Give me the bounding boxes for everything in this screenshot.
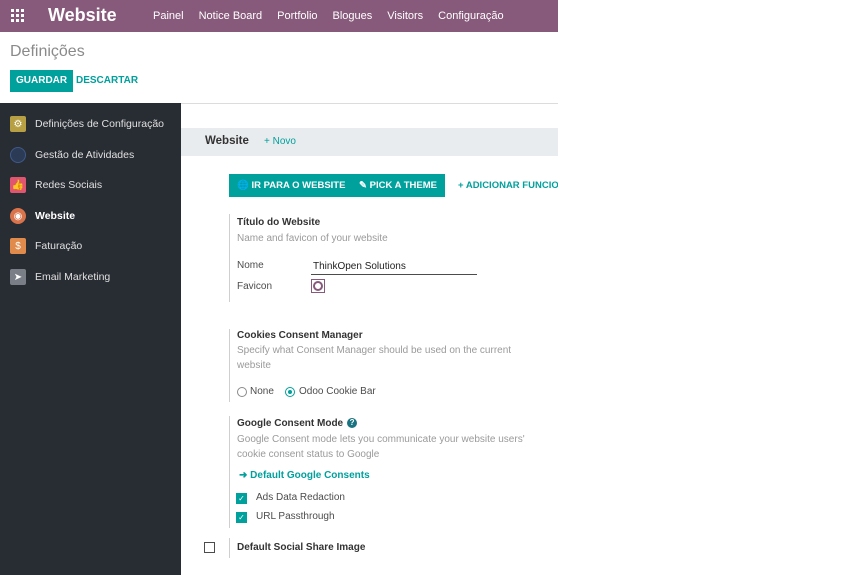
radio-none[interactable] [237, 387, 247, 397]
sidebar-item-website[interactable]: ◉ Website [0, 201, 181, 231]
setting-divider [229, 538, 230, 558]
invoice-icon: $ [10, 238, 26, 254]
radio-none-label: None [250, 386, 274, 397]
sidebar-item-label: Redes Sociais [35, 179, 103, 191]
setting-divider [229, 416, 230, 528]
discard-button[interactable]: DESCARTAR [76, 70, 138, 92]
setting-divider [229, 214, 230, 302]
thumbs-up-icon: 👍 [10, 177, 26, 193]
sidebar-item-email-marketing[interactable]: ➤ Email Marketing [0, 262, 181, 292]
globe-icon: 🌐 [237, 180, 249, 191]
activity-icon [10, 147, 26, 163]
sidebar-item-redes-sociais[interactable]: 👍 Redes Sociais [0, 170, 181, 200]
brush-icon: ✎ [359, 180, 367, 191]
breadcrumb: Definições [10, 43, 85, 60]
control-panel: Definições GUARDAR DESCARTAR [0, 32, 558, 104]
sidebar-item-gestao-atividades[interactable]: Gestão de Atividades [0, 140, 181, 170]
google-consent-title: Google Consent Mode [237, 418, 344, 429]
url-passthrough-checkbox[interactable]: ✓ [236, 512, 247, 523]
pick-theme-label: PICK A THEME [369, 180, 437, 191]
sidebar-item-definicoes[interactable]: ⚙ Definições de Configuração [0, 109, 181, 139]
sidebar-item-label: Definições de Configuração [35, 118, 164, 130]
sidebar-item-label: Website [35, 210, 76, 222]
radio-odoo-cookie-bar[interactable] [285, 387, 295, 397]
save-button[interactable]: GUARDAR [10, 70, 74, 92]
cookies-consent-description: Specify what Consent Manager should be u… [237, 345, 512, 371]
menu-item-portfolio[interactable]: Portfolio [277, 10, 317, 22]
url-passthrough-label: URL Passthrough [256, 511, 335, 522]
name-label: Nome [237, 260, 264, 271]
website-title-heading: Título do Website [237, 217, 321, 228]
website-title-description: Name and favicon of your website [237, 233, 388, 244]
ads-data-redaction-checkbox[interactable]: ✓ [236, 493, 247, 504]
menu-item-configuracao[interactable]: Configuração [438, 10, 503, 22]
menu-item-painel[interactable]: Painel [153, 10, 184, 22]
gear-icon: ⚙ [10, 116, 26, 132]
new-website-link[interactable]: + Novo [264, 136, 296, 147]
top-menu: Painel Notice Board Portfolio Blogues Vi… [153, 0, 519, 32]
paper-plane-icon: ➤ [10, 269, 26, 285]
settings-main: Website + Novo 🌐 IR PARA O WEBSITE ✎ PIC… [181, 104, 558, 575]
social-share-checkbox[interactable] [204, 542, 215, 553]
section-title: Website [205, 135, 249, 147]
default-google-consents-label: Default Google Consents [250, 470, 370, 481]
website-name-input[interactable] [311, 259, 477, 275]
social-share-heading: Default Social Share Image [237, 542, 366, 553]
sidebar-item-label: Email Marketing [35, 271, 111, 283]
section-header: Website + Novo [181, 128, 558, 156]
arrow-right-icon: ➜ [239, 470, 248, 481]
ads-data-redaction-label: Ads Data Redaction [256, 492, 345, 503]
go-to-website-button[interactable]: 🌐 IR PARA O WEBSITE [229, 174, 354, 197]
add-feature-button[interactable]: + ADICIONAR FUNCIO [458, 174, 558, 197]
google-consent-heading: Google Consent Mode? [237, 418, 358, 429]
menu-item-visitors[interactable]: Visitors [387, 10, 423, 22]
help-icon[interactable]: ? [347, 418, 358, 428]
sidebar-item-label: Faturação [35, 240, 83, 252]
pick-theme-button[interactable]: ✎ PICK A THEME [351, 174, 445, 197]
cookies-consent-heading: Cookies Consent Manager [237, 330, 363, 341]
default-google-consents-link[interactable]: ➜ Default Google Consents [239, 470, 370, 481]
top-navbar: Website Painel Notice Board Portfolio Bl… [0, 0, 558, 32]
sidebar-item-faturacao[interactable]: $ Faturação [0, 231, 181, 261]
apps-grid-icon[interactable] [11, 9, 24, 22]
setting-divider [229, 329, 230, 402]
google-consent-description: Google Consent mode lets you communicate… [237, 434, 525, 460]
menu-item-blogues[interactable]: Blogues [333, 10, 373, 22]
sidebar-item-label: Gestão de Atividades [35, 149, 135, 161]
menu-item-notice-board[interactable]: Notice Board [199, 10, 263, 22]
app-window: Website Painel Notice Board Portfolio Bl… [0, 0, 558, 575]
app-brand[interactable]: Website [48, 5, 117, 26]
favicon-label: Favicon [237, 281, 273, 292]
radio-odoo-cookie-bar-label: Odoo Cookie Bar [299, 386, 376, 397]
globe-icon: ◉ [10, 208, 26, 224]
go-to-website-label: IR PARA O WEBSITE [251, 180, 346, 191]
favicon-image[interactable] [311, 279, 325, 293]
settings-sidebar: ⚙ Definições de Configuração Gestão de A… [0, 103, 181, 575]
